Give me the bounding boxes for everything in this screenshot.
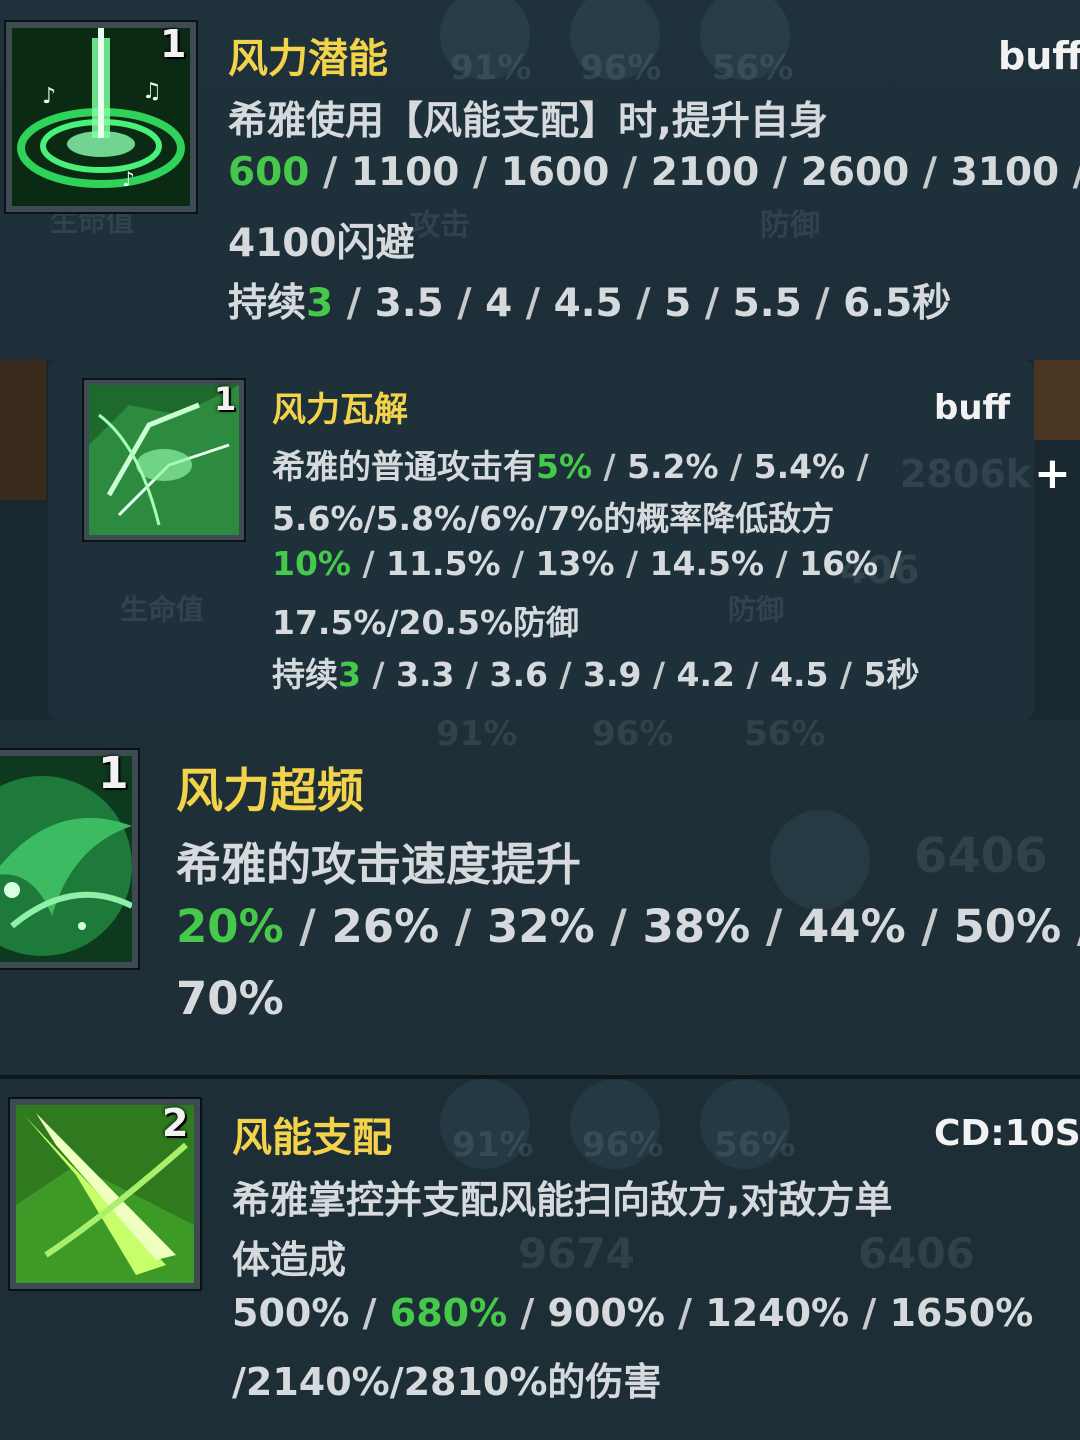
ghost-label: 防御 xyxy=(760,208,820,243)
skill-card-wind-overclock: 91% 96% 56% 6406 1 风力超频 希雅的攻击速度提升 20% / … xyxy=(0,720,1080,1075)
skill-level: 1 xyxy=(160,22,187,66)
svg-text:♪: ♪ xyxy=(42,84,56,109)
ghost-value: 6406 xyxy=(858,1229,975,1278)
ghost-stat: 56% xyxy=(744,720,826,754)
svg-text:♪: ♪ xyxy=(122,167,135,191)
skill-name: 风能支配 xyxy=(232,1115,392,1161)
skill-desc-line: 4100闪避 xyxy=(228,221,415,266)
skill-name: 风力超频 xyxy=(176,764,364,819)
skill-desc-line: 17.5%/20.5%防御 xyxy=(272,603,580,642)
skill-values-line: /2140%/2810%的伤害 xyxy=(232,1360,662,1404)
skill-desc-line: 希雅掌控并支配风能扫向敌方,对敌方单 xyxy=(232,1178,893,1222)
skill-name: 风力潜能 xyxy=(228,36,388,82)
skill-name: 风力瓦解 xyxy=(272,390,408,430)
skill-values-line: 600 / 1100 / 1600 / 2100 / 2600 / 3100 / xyxy=(228,150,1080,195)
skill-desc-line: 希雅的攻击速度提升 xyxy=(176,838,582,891)
ghost-value: 6406 xyxy=(914,828,1048,884)
skill-duration-line: 持续3 / 3.5 / 4 / 4.5 / 5 / 5.5 / 6.5秒 xyxy=(228,281,952,326)
skill-card-wind-potential: 91% 96% 56% 生命值 攻击 防御 ♪ ♫ ♪ 1 风力潜能 buff … xyxy=(0,0,1080,360)
skill-duration-line: 持续3 / 3.3 / 3.6 / 3.9 / 4.2 / 4.5 / 5秒 xyxy=(272,655,920,694)
skill-level: 1 xyxy=(98,748,129,799)
skill-tag: buff xyxy=(998,34,1080,78)
skill-card-wind-disintegrate: 2806k 406 生命值 防御 + 1 风力瓦解 buff 希雅的普通攻击有5… xyxy=(0,360,1080,720)
decor-left xyxy=(0,360,46,500)
svg-text:♫: ♫ xyxy=(142,79,162,104)
skill-values-line: 500% / 680% / 900% / 1240% / 1650% xyxy=(232,1291,1034,1335)
skill-tag: CD:10S xyxy=(934,1113,1080,1154)
ghost-stat: 96% xyxy=(592,720,674,754)
ghost-value: 9674 xyxy=(518,1229,635,1278)
skill-tag: buff xyxy=(934,388,1011,428)
skill-desc-line: 希雅的普通攻击有5% / 5.2% / 5.4% / xyxy=(272,447,869,486)
skill-desc-line: 70% xyxy=(176,972,284,1025)
skill-desc-line: 5.6%/5.8%/6%/7%的概率降低敌方 xyxy=(272,499,835,538)
skill-values-line: 10% / 11.5% / 13% / 14.5% / 16% / xyxy=(272,544,902,583)
add-icon[interactable]: + xyxy=(1034,448,1071,499)
ghost-label: 攻击 xyxy=(410,208,470,243)
skill-desc-line: 希雅使用【风能支配】时,提升自身 xyxy=(228,99,828,144)
skill-card-wind-dominion: 91% 96% 56% 9674 6406 2 风能支配 CD:10S 希雅掌控… xyxy=(0,1075,1080,1440)
skill-level: 1 xyxy=(214,380,237,418)
skill-desc-line: 体造成 xyxy=(232,1238,347,1282)
skill-values-line: 20% / 26% / 32% / 38% / 44% / 50% / xyxy=(176,900,1080,953)
skill-level: 2 xyxy=(162,1101,189,1145)
decor-right xyxy=(1034,360,1080,440)
ghost-stat: 91% xyxy=(436,720,518,754)
